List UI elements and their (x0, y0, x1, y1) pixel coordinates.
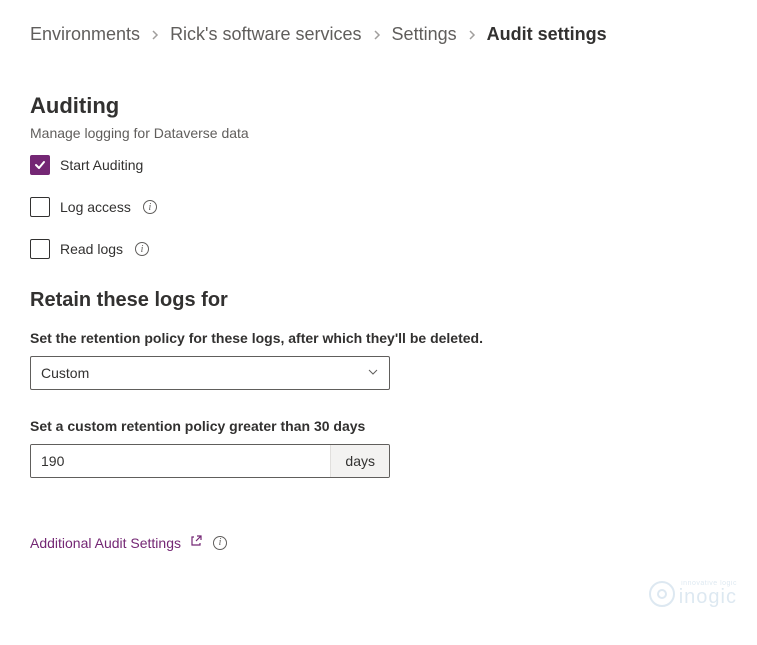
custom-retention-input-wrap: days (30, 444, 390, 478)
log-access-checkbox[interactable] (30, 197, 50, 217)
checkbox-row-start-auditing: Start Auditing (30, 155, 727, 175)
section-heading-retention: Retain these logs for (30, 289, 727, 312)
chevron-right-icon (467, 27, 477, 43)
retention-policy-label: Set the retention policy for these logs,… (30, 330, 727, 346)
breadcrumb-item-org[interactable]: Rick's software services (170, 24, 361, 45)
read-logs-label: Read logs (60, 241, 123, 257)
read-logs-checkbox[interactable] (30, 239, 50, 259)
breadcrumb-item-environments[interactable]: Environments (30, 24, 140, 45)
chevron-down-icon (367, 365, 379, 381)
breadcrumb: Environments Rick's software services Se… (30, 24, 727, 45)
breadcrumb-item-settings[interactable]: Settings (392, 24, 457, 45)
info-icon[interactable]: i (143, 200, 157, 214)
watermark-brand: inogic (679, 587, 737, 607)
watermark: innovative logic inogic (649, 580, 737, 607)
custom-retention-input[interactable] (31, 445, 330, 477)
breadcrumb-item-audit-settings[interactable]: Audit settings (487, 24, 607, 45)
checkbox-row-log-access: Log access i (30, 197, 727, 217)
retention-policy-dropdown[interactable]: Custom (30, 356, 390, 390)
start-auditing-label: Start Auditing (60, 157, 143, 173)
custom-retention-label: Set a custom retention policy greater th… (30, 418, 727, 434)
checkbox-row-read-logs: Read logs i (30, 239, 727, 259)
chevron-right-icon (372, 27, 382, 43)
custom-retention-suffix: days (330, 445, 389, 477)
additional-settings-row: Additional Audit Settings i (30, 534, 727, 551)
external-link-icon (189, 534, 203, 551)
watermark-logo-icon (649, 581, 675, 607)
info-icon[interactable]: i (135, 242, 149, 256)
start-auditing-checkbox[interactable] (30, 155, 50, 175)
info-icon[interactable]: i (213, 536, 227, 550)
retention-policy-value: Custom (41, 365, 89, 381)
additional-audit-settings-link[interactable]: Additional Audit Settings (30, 534, 203, 551)
log-access-label: Log access (60, 199, 131, 215)
chevron-right-icon (150, 27, 160, 43)
page-title: Auditing (30, 93, 727, 119)
additional-audit-settings-label: Additional Audit Settings (30, 535, 181, 551)
page-subtitle: Manage logging for Dataverse data (30, 125, 727, 141)
